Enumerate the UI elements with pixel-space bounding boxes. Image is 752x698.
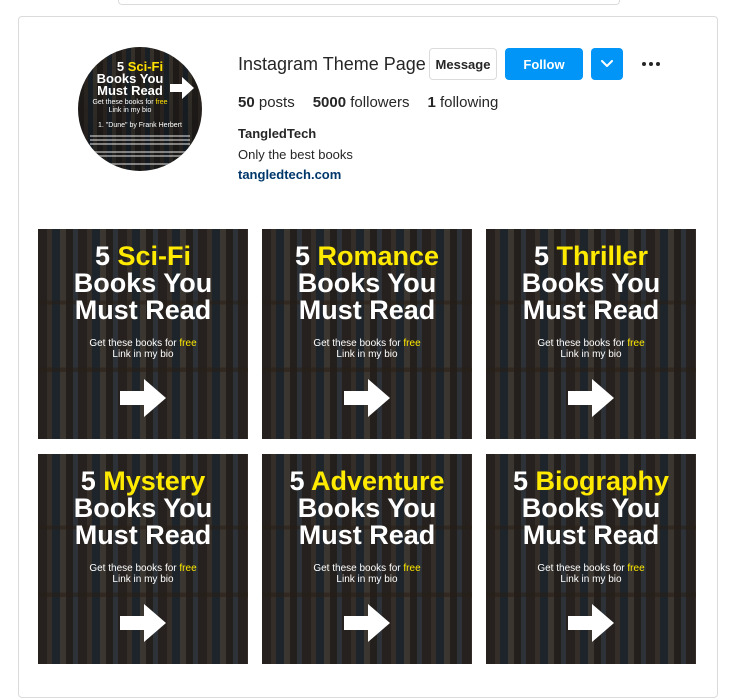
post-thumbnail[interactable]: 5 Mystery Books You Must Read Get these boo… bbox=[38, 454, 248, 664]
post-title-line2: Books You bbox=[297, 493, 437, 523]
post-title-line3: Must Read bbox=[298, 295, 436, 325]
avatar-sub-line1: Get these books for free bbox=[92, 99, 168, 106]
post-title-line3: Must Read bbox=[74, 520, 212, 550]
post-subtitle: Get these books for free Link in my bio bbox=[89, 338, 197, 360]
avatar-text-line bbox=[90, 143, 190, 145]
profile-bio: Only the best books bbox=[238, 147, 353, 162]
post-title-line1: 5 Adventure bbox=[289, 466, 445, 496]
post-thumbnail[interactable]: 5 Adventure Books You Must Read Get these b… bbox=[262, 454, 472, 664]
post-thumbnail[interactable]: 5 Sci-Fi Books You Must Read Get these book… bbox=[38, 229, 248, 439]
suggested-dropdown-button[interactable] bbox=[591, 48, 623, 80]
post-title-line3: Must Read bbox=[298, 520, 436, 550]
message-button[interactable]: Message bbox=[429, 48, 497, 80]
post-thumbnail[interactable]: 5 Romance Books You Must Read Get these boo… bbox=[262, 229, 472, 439]
following-count[interactable]: 1 following bbox=[427, 94, 498, 111]
right-arrow-icon bbox=[568, 604, 614, 642]
profile-website-link[interactable]: tangledtech.com bbox=[238, 167, 341, 182]
post-title-line1: 5 Sci-Fi bbox=[94, 241, 192, 271]
post-title-line1: 5 Romance bbox=[294, 241, 440, 271]
post-title-line2: Books You bbox=[73, 268, 213, 298]
avatar-arrow-icon bbox=[170, 77, 194, 99]
post-title-line1: 5 Mystery bbox=[80, 466, 206, 496]
avatar-text-line bbox=[90, 163, 190, 165]
follow-button[interactable]: Follow bbox=[505, 48, 583, 80]
avatar-list-item: 1. "Dune" by Frank Herbert bbox=[98, 122, 182, 129]
right-arrow-icon bbox=[568, 379, 614, 417]
profile-full-name: TangledTech bbox=[238, 126, 317, 141]
profile-stats: 50 posts 5000 followers 1 following bbox=[238, 94, 516, 111]
profile-avatar[interactable]: 5 Sci-Fi Books You Must Read Get these b… bbox=[78, 47, 202, 171]
post-thumbnail[interactable]: 5 Biography Books You Must Read Get these b… bbox=[486, 454, 696, 664]
post-subtitle: Get these books for free Link in my bio bbox=[89, 563, 197, 585]
post-title-line2: Books You bbox=[521, 493, 661, 523]
avatar-text-line bbox=[90, 135, 190, 137]
right-arrow-icon bbox=[120, 604, 166, 642]
post-subtitle: Get these books for free Link in my bio bbox=[313, 563, 421, 585]
right-arrow-icon bbox=[344, 379, 390, 417]
post-title-line2: Books You bbox=[297, 268, 437, 298]
right-arrow-icon bbox=[344, 604, 390, 642]
avatar-text-line bbox=[90, 139, 190, 141]
post-subtitle: Get these books for free Link in my bio bbox=[313, 338, 421, 360]
avatar-text-line bbox=[90, 155, 190, 157]
profile-username: Instagram Theme Page bbox=[238, 54, 426, 74]
followers-count[interactable]: 5000 followers bbox=[313, 94, 410, 111]
post-title-line1: 5 Thriller bbox=[533, 241, 649, 271]
post-title-line1: 5 Biography bbox=[512, 466, 670, 496]
post-subtitle: Get these books for free Link in my bio bbox=[537, 338, 645, 360]
right-arrow-icon bbox=[120, 379, 166, 417]
avatar-text-line bbox=[90, 151, 190, 153]
post-title-line3: Must Read bbox=[522, 520, 660, 550]
post-title-line2: Books You bbox=[73, 493, 213, 523]
post-title-line3: Must Read bbox=[522, 295, 660, 325]
post-title-line3: Must Read bbox=[74, 295, 212, 325]
post-thumbnail[interactable]: 5 Thriller Books You Must Read Get these bo… bbox=[486, 229, 696, 439]
post-title-line2: Books You bbox=[521, 268, 661, 298]
more-options-icon[interactable] bbox=[640, 54, 662, 74]
chevron-down-icon bbox=[601, 60, 613, 67]
avatar-sub-line2: Link in my bio bbox=[108, 107, 152, 114]
post-subtitle: Get these books for free Link in my bio bbox=[537, 563, 645, 585]
top-nav-edge bbox=[118, 0, 620, 5]
posts-count: 50 posts bbox=[238, 94, 295, 111]
